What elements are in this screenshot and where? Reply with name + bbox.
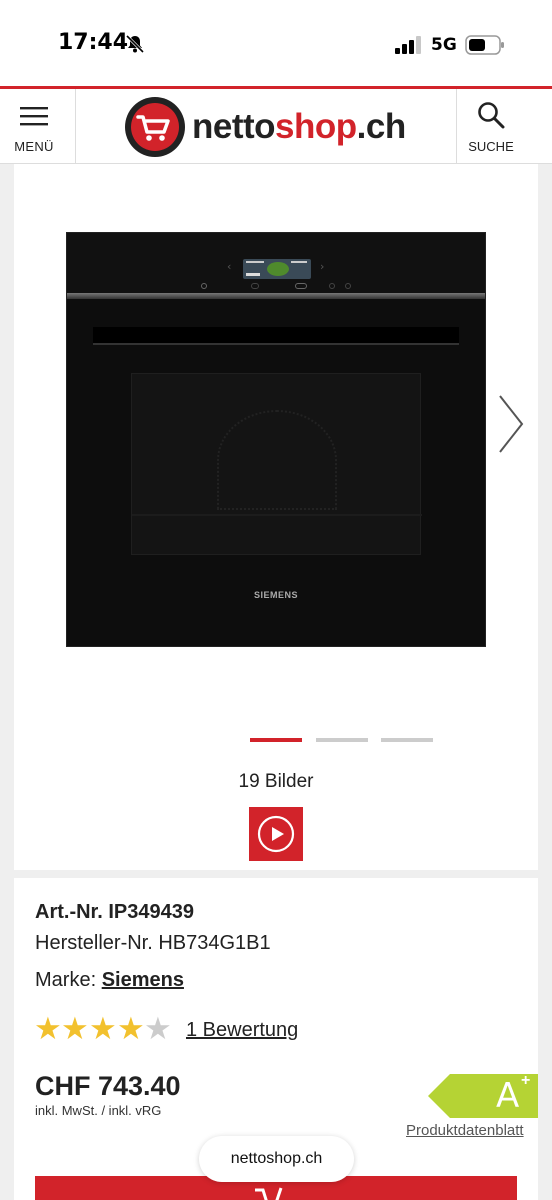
energy-class: A <box>496 1076 520 1116</box>
menu-label: MENÜ <box>14 139 54 154</box>
chevron-right-icon[interactable] <box>496 392 526 456</box>
oven-wifi-icon <box>345 283 351 289</box>
reviews-link[interactable]: 1 Bewertung <box>186 1019 298 1042</box>
product-gallery: ‹ › SIEMENS 19 Bilder <box>14 164 538 870</box>
browser-url-pill[interactable]: nettoshop.ch <box>199 1136 354 1182</box>
oven-brand-label: SIEMENS <box>253 590 298 600</box>
star-filled-icon: ★ <box>117 1011 145 1047</box>
star-filled-icon: ★ <box>89 1011 117 1047</box>
slide-indicators <box>250 738 440 742</box>
site-logo[interactable]: nettoshop.ch <box>124 96 424 158</box>
slide-indicator[interactable] <box>381 738 433 742</box>
signal-icon <box>395 36 421 54</box>
vat-note: inkl. MwSt. / inkl. vRG <box>35 1103 162 1118</box>
brand-line: Marke: Siemens <box>35 969 184 992</box>
brand-label: Marke: <box>35 969 97 991</box>
image-count[interactable]: 19 Bilder <box>14 771 538 793</box>
oven-back-icon <box>251 283 259 289</box>
status-time: 17:44 <box>58 30 129 55</box>
logo-text-tld: .ch <box>356 107 407 146</box>
article-number: Art.-Nr. IP349439 <box>35 901 194 923</box>
status-bar: 17:44 5G <box>0 0 552 86</box>
network-type: 5G <box>431 35 457 55</box>
brand-link[interactable]: Siemens <box>102 969 184 991</box>
menu-button[interactable]: MENÜ <box>0 89 76 163</box>
oven-window <box>131 373 422 555</box>
oven-trim-strip <box>67 293 485 299</box>
video-button[interactable] <box>249 807 303 861</box>
product-image[interactable]: ‹ › SIEMENS <box>66 232 486 647</box>
oven-chevron-left-icon: ‹ <box>227 260 232 273</box>
cart-icon <box>255 1187 283 1200</box>
star-filled-icon: ★ <box>34 1011 62 1047</box>
play-icon <box>257 815 295 853</box>
search-label: SUCHE <box>468 139 514 154</box>
slide-indicator[interactable] <box>250 738 302 742</box>
star-empty-icon: ★ <box>144 1011 172 1047</box>
oven-power-icon <box>201 283 207 289</box>
shopping-cart-logo-icon <box>125 97 185 157</box>
product-price: CHF 743.40 <box>35 1071 181 1101</box>
oven-control-panel: ‹ › <box>67 233 485 295</box>
bell-slash-icon <box>125 34 145 54</box>
star-filled-icon: ★ <box>61 1011 89 1047</box>
hamburger-icon <box>20 107 48 126</box>
oven-handle <box>93 327 459 345</box>
rating-stars: ★ ★ ★ ★ ★ <box>34 1011 174 1047</box>
oven-light-icon <box>329 283 335 289</box>
manufacturer-number: Hersteller-Nr. HB734G1B1 <box>35 932 271 954</box>
logo-text-shop: shop <box>275 107 357 146</box>
search-button[interactable]: SUCHE <box>456 89 552 163</box>
energy-class-plus: + <box>521 1072 531 1089</box>
oven-display <box>243 259 311 279</box>
oven-start-icon <box>295 283 307 289</box>
site-header: MENÜ nettoshop.ch SUCHE <box>0 86 552 164</box>
logo-text-netto: netto <box>192 107 276 146</box>
oven-chevron-right-icon: › <box>320 260 325 273</box>
search-icon <box>478 102 505 129</box>
logo-text: nettoshop.ch <box>192 107 406 147</box>
datasheet-link[interactable]: Produktdatenblatt <box>406 1122 524 1139</box>
slide-indicator[interactable] <box>316 738 368 742</box>
battery-icon <box>465 35 504 55</box>
